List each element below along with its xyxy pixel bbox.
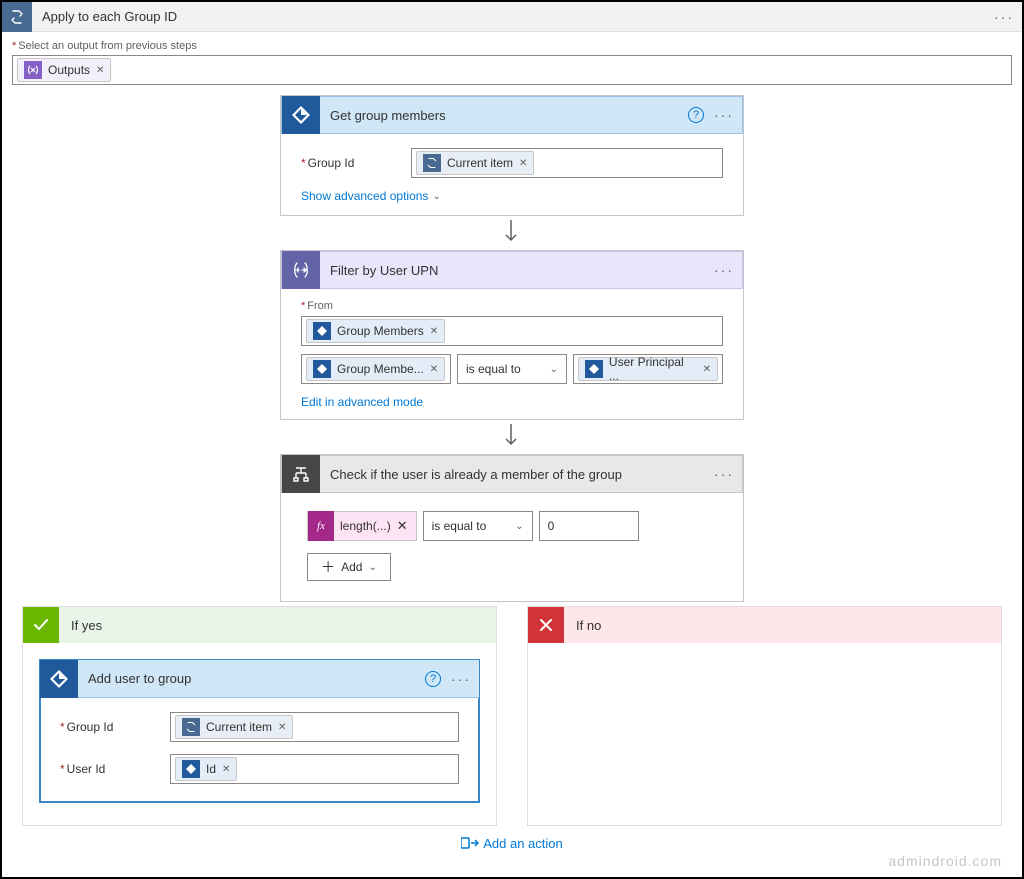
- action-title: Filter by User UPN: [330, 263, 704, 278]
- loop-token-icon: [182, 718, 200, 736]
- remove-token-icon[interactable]: ✕: [703, 364, 711, 375]
- from-input[interactable]: Group Members ✕: [301, 316, 723, 346]
- action-header[interactable]: Check if the user is already a member of…: [281, 455, 743, 493]
- action-header[interactable]: Add user to group ? ···: [40, 660, 479, 698]
- remove-token-icon[interactable]: ✕: [222, 764, 230, 775]
- user-id-token: Id: [206, 762, 216, 776]
- cond-left-input[interactable]: fx length(...) ✕: [307, 511, 417, 541]
- help-icon[interactable]: ?: [688, 107, 704, 123]
- aad-icon: [282, 96, 320, 134]
- variable-icon: [24, 61, 42, 79]
- remove-token-icon[interactable]: ✕: [430, 364, 438, 375]
- cond-value-input[interactable]: 0: [539, 511, 639, 541]
- action-menu-button[interactable]: ···: [714, 262, 734, 278]
- plus-icon: ＋: [321, 557, 335, 577]
- add-action-button[interactable]: Add an action: [461, 836, 563, 851]
- flow-arrow-icon: [504, 424, 520, 450]
- aad-token-icon: [313, 360, 331, 378]
- loop-token-icon: [423, 154, 441, 172]
- branch-no-title: If no: [576, 618, 601, 633]
- show-advanced-link[interactable]: Show advanced options ⌄: [301, 189, 441, 203]
- remove-token-icon[interactable]: ✕: [96, 65, 104, 76]
- branch-yes-header[interactable]: If yes: [23, 607, 496, 643]
- loop-icon: [2, 2, 32, 32]
- chevron-down-icon: ⌄: [432, 191, 440, 202]
- chevron-down-icon: ⌄: [515, 521, 523, 532]
- branch-no: If no: [527, 606, 1002, 826]
- group-id-token: Current item: [447, 156, 513, 170]
- filter-right-input[interactable]: User Principal ... ✕: [573, 354, 723, 384]
- loop-header[interactable]: Apply to each Group ID ···: [2, 2, 1022, 32]
- group-id-label: Group Id: [60, 720, 160, 734]
- close-icon: [528, 607, 564, 643]
- aad-token-icon: [585, 360, 603, 378]
- action-title: Get group members: [330, 108, 678, 123]
- filter-left-token: Group Membe...: [337, 362, 424, 376]
- from-label: From: [301, 300, 333, 312]
- group-id-input[interactable]: Current item ✕: [170, 712, 459, 742]
- remove-token-icon[interactable]: ✕: [430, 326, 438, 337]
- action-menu-button[interactable]: ···: [451, 671, 471, 687]
- loop-title: Apply to each Group ID: [32, 9, 994, 24]
- cond-operator-select[interactable]: is equal to ⌄: [423, 511, 533, 541]
- action-filter-upn: Filter by User UPN ··· From Group Member…: [280, 250, 744, 420]
- fx-icon: fx: [308, 511, 334, 541]
- output-label: Select an output from previous steps: [12, 40, 1012, 52]
- action-condition: Check if the user is already a member of…: [280, 454, 744, 602]
- add-condition-button[interactable]: ＋ Add ⌄: [307, 553, 391, 581]
- action-header[interactable]: Filter by User UPN ···: [281, 251, 743, 289]
- action-menu-button[interactable]: ···: [714, 466, 734, 482]
- edit-advanced-link[interactable]: Edit in advanced mode: [301, 395, 423, 409]
- help-icon[interactable]: ?: [425, 671, 441, 687]
- action-get-group-members: Get group members ? ··· Group Id Current…: [280, 95, 744, 216]
- filter-operator-select[interactable]: is equal to ⌄: [457, 354, 567, 384]
- from-token: Group Members: [337, 324, 424, 338]
- action-add-user: Add user to group ? ··· Group Id Current…: [39, 659, 480, 803]
- group-id-input[interactable]: Current item ✕: [411, 148, 723, 178]
- branch-yes-title: If yes: [71, 618, 102, 633]
- remove-token-icon[interactable]: ✕: [278, 722, 286, 733]
- check-icon: [23, 607, 59, 643]
- branch-no-header[interactable]: If no: [528, 607, 1001, 643]
- remove-token-icon[interactable]: ✕: [397, 518, 408, 534]
- group-id-label: Group Id: [301, 156, 401, 170]
- remove-token-icon[interactable]: ✕: [519, 158, 527, 169]
- aad-icon: [40, 660, 78, 698]
- chevron-down-icon: ⌄: [368, 562, 376, 573]
- action-menu-button[interactable]: ···: [714, 107, 734, 123]
- aad-token-icon: [313, 322, 331, 340]
- loop-menu-button[interactable]: ···: [994, 9, 1014, 25]
- branch-yes: If yes Add user to group ? ··· Group Id: [22, 606, 497, 826]
- action-title: Add user to group: [88, 671, 415, 686]
- data-ops-icon: [282, 251, 320, 289]
- user-id-input[interactable]: Id ✕: [170, 754, 459, 784]
- action-title: Check if the user is already a member of…: [330, 467, 704, 482]
- aad-token-icon: [182, 760, 200, 778]
- filter-right-token: User Principal ...: [609, 355, 697, 383]
- output-token-label: Outputs: [48, 63, 90, 77]
- flow-arrow-icon: [504, 220, 520, 246]
- watermark: admindroid.com: [888, 853, 1002, 869]
- condition-icon: [282, 455, 320, 493]
- group-id-token: Current item: [206, 720, 272, 734]
- action-header[interactable]: Get group members ? ···: [281, 96, 743, 134]
- user-id-label: User Id: [60, 762, 160, 776]
- chevron-down-icon: ⌄: [550, 364, 558, 375]
- add-action-icon: [461, 836, 479, 850]
- output-token-input[interactable]: Outputs ✕: [12, 55, 1012, 85]
- cond-left-token: length(...): [334, 519, 397, 533]
- filter-left-input[interactable]: Group Membe... ✕: [301, 354, 451, 384]
